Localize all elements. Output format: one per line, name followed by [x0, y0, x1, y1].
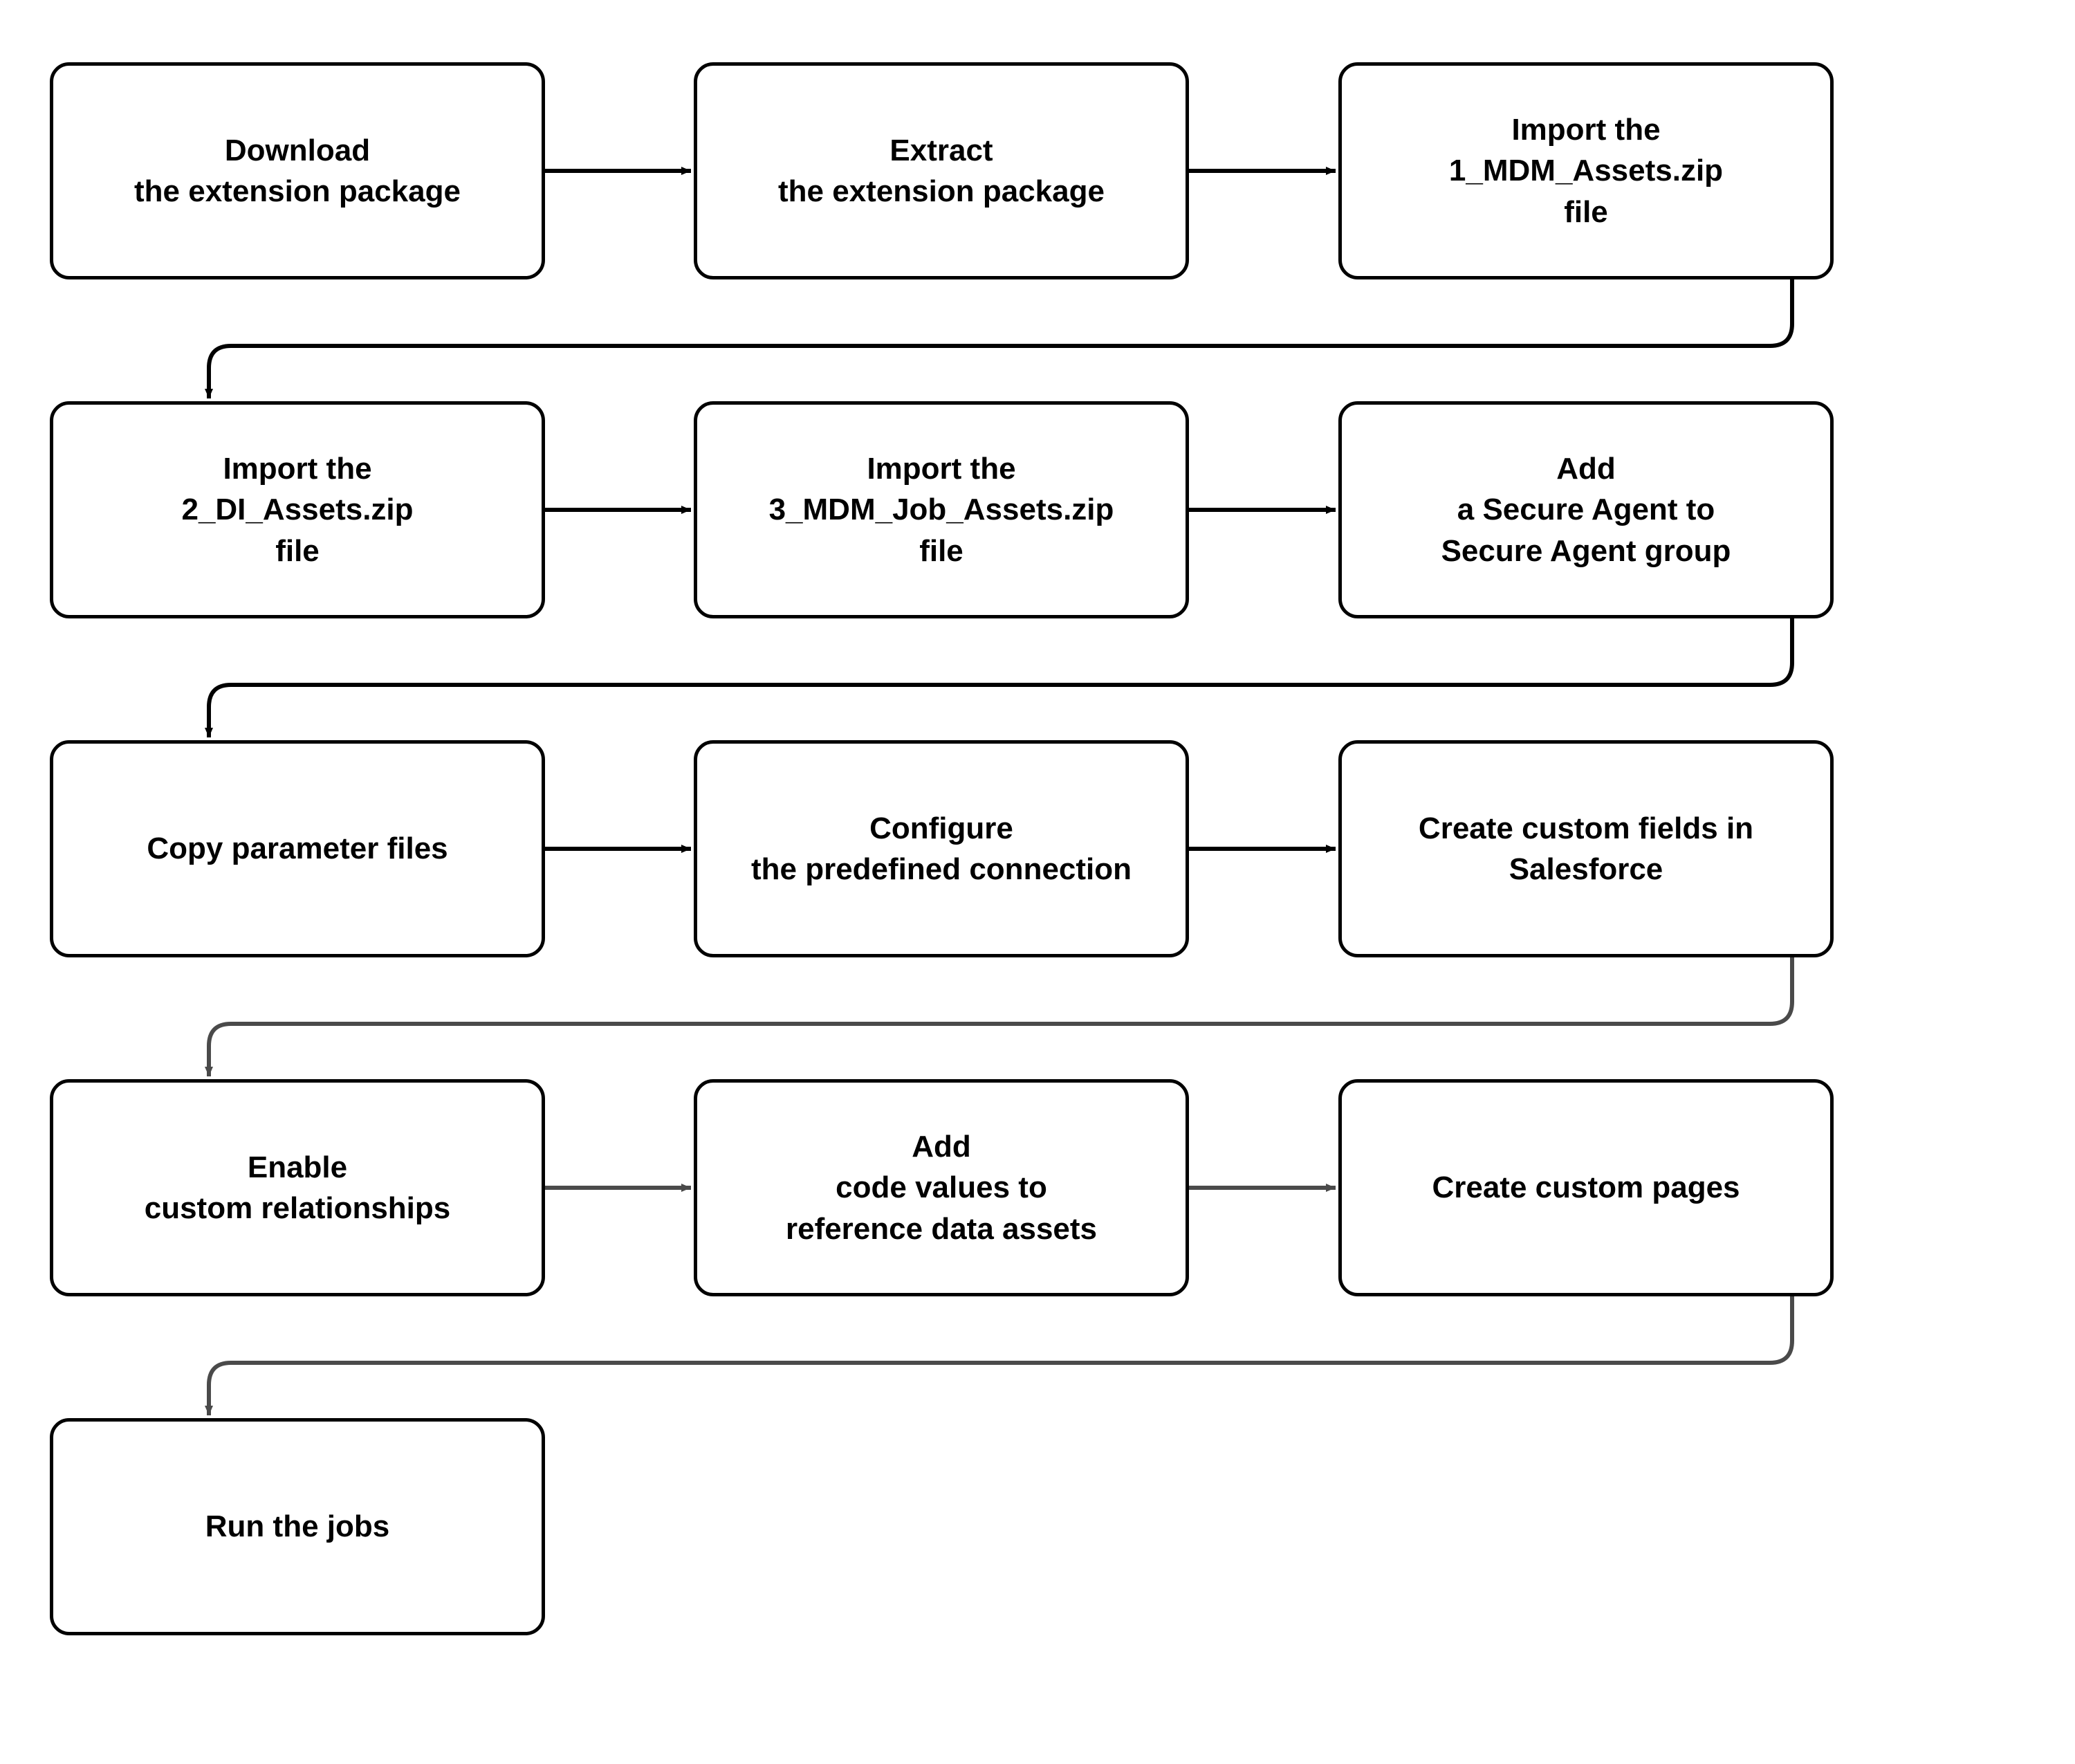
step-box-10: Enablecustom relationships — [50, 1079, 545, 1296]
step-box-4: Import the2_DI_Assets.zipfile — [50, 401, 545, 618]
step-box-5: Import the3_MDM_Job_Assets.zipfile — [694, 401, 1189, 618]
step-box-11: Addcode values toreference data assets — [694, 1079, 1189, 1296]
step-text: Import the3_MDM_Job_Assets.zipfile — [769, 448, 1114, 571]
step-text: Import the1_MDM_Assets.zipfile — [1449, 109, 1723, 232]
step-box-12: Create custom pages — [1338, 1079, 1834, 1296]
step-text: Create custom pages — [1432, 1167, 1740, 1208]
step-text: Copy parameter files — [147, 828, 448, 869]
step-text: Extractthe extension package — [778, 130, 1105, 212]
step-box-8: Configurethe predefined connection — [694, 740, 1189, 957]
step-box-7: Copy parameter files — [50, 740, 545, 957]
step-text: Adda Secure Agent toSecure Agent group — [1441, 448, 1731, 571]
step-box-6: Adda Secure Agent toSecure Agent group — [1338, 401, 1834, 618]
step-text: Enablecustom relationships — [145, 1147, 451, 1229]
step-text: Addcode values toreference data assets — [786, 1126, 1097, 1249]
step-box-3: Import the1_MDM_Assets.zipfile — [1338, 62, 1834, 279]
step-box-9: Create custom fields inSalesforce — [1338, 740, 1834, 957]
flowchart-canvas: Downloadthe extension package Extractthe … — [0, 0, 2075, 1764]
step-text: Create custom fields inSalesforce — [1419, 808, 1753, 890]
step-box-1: Downloadthe extension package — [50, 62, 545, 279]
step-text: Run the jobs — [205, 1506, 389, 1547]
step-box-13: Run the jobs — [50, 1418, 545, 1635]
step-box-2: Extractthe extension package — [694, 62, 1189, 279]
step-text: Downloadthe extension package — [134, 130, 461, 212]
step-text: Configurethe predefined connection — [751, 808, 1132, 890]
step-text: Import the2_DI_Assets.zipfile — [181, 448, 413, 571]
